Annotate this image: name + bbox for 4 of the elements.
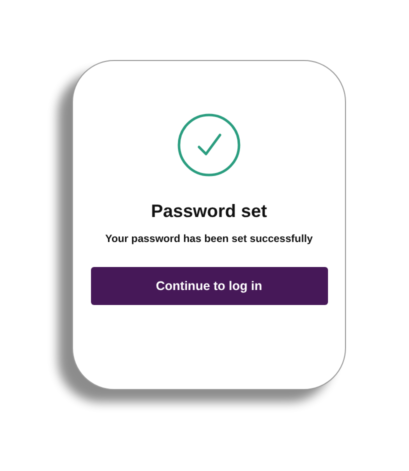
check-circle-icon bbox=[177, 113, 241, 177]
continue-button[interactable]: Continue to log in bbox=[90, 267, 328, 305]
dialog-title: Password set bbox=[150, 200, 268, 222]
dialog-message: Your password has been set successfully bbox=[105, 232, 313, 246]
